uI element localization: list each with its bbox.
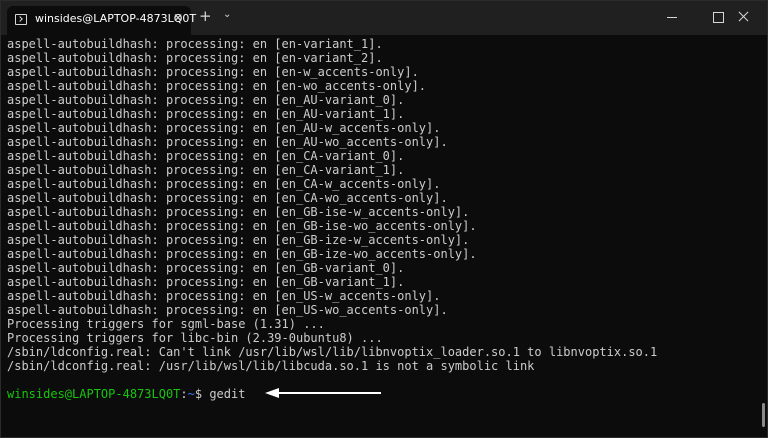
terminal-icon [15, 14, 27, 25]
close-button[interactable] [721, 1, 767, 33]
output-line: aspell-autobuildhash: processing: en [en… [7, 275, 405, 289]
prompt-separator: : [180, 387, 188, 401]
output-line: aspell-autobuildhash: processing: en [en… [7, 163, 405, 177]
output-line: /sbin/ldconfig.real: Can't link /usr/lib… [7, 345, 658, 359]
output-line: aspell-autobuildhash: processing: en [en… [7, 93, 405, 107]
output-line: aspell-autobuildhash: processing: en [en… [7, 177, 441, 191]
prompt-symbol: $ [194, 387, 210, 401]
output-line: aspell-autobuildhash: processing: en [en… [7, 65, 419, 79]
output-line: aspell-autobuildhash: processing: en [en… [7, 233, 470, 247]
output-line: Processing triggers for sgml-base (1.31)… [7, 317, 325, 331]
prompt-user-host: winsides@LAPTOP-4873LQ0T [7, 387, 181, 401]
terminal-output[interactable]: aspell-autobuildhash: processing: en [en… [7, 37, 757, 417]
prompt-path: ~ [187, 387, 195, 401]
output-line: aspell-autobuildhash: processing: en [en… [7, 135, 448, 149]
dropdown-icon[interactable]: ⌄ [223, 9, 231, 20]
output-line: Processing triggers for libc-bin (2.39-0… [7, 331, 383, 345]
output-line: aspell-autobuildhash: processing: en [en… [7, 79, 427, 93]
output-line: aspell-autobuildhash: processing: en [en… [7, 205, 470, 219]
tab-title: winsides@LAPTOP-4873LQ0T [35, 12, 197, 25]
output-line: aspell-autobuildhash: processing: en [en… [7, 261, 405, 275]
minimize-button[interactable] [649, 1, 695, 33]
new-tab-button[interactable]: + [199, 9, 212, 24]
title-bar[interactable]: winsides@LAPTOP-4873LQ0T ✕ + ⌄ [1, 1, 767, 35]
output-line: aspell-autobuildhash: processing: en [en… [7, 149, 405, 163]
output-line: aspell-autobuildhash: processing: en [en… [7, 191, 448, 205]
output-line: aspell-autobuildhash: processing: en [en… [7, 289, 441, 303]
output-line: /sbin/ldconfig.real: /usr/lib/wsl/lib/li… [7, 359, 535, 373]
output-line: aspell-autobuildhash: processing: en [en… [7, 37, 383, 51]
tab-active[interactable]: winsides@LAPTOP-4873LQ0T ✕ [7, 6, 196, 35]
output-line: aspell-autobuildhash: processing: en [en… [7, 107, 405, 121]
output-line: aspell-autobuildhash: processing: en [en… [7, 121, 441, 135]
scrollbar[interactable] [762, 403, 765, 427]
terminal-window: winsides@LAPTOP-4873LQ0T ✕ + ⌄ aspell-au… [0, 0, 768, 438]
output-line: aspell-autobuildhash: processing: en [en… [7, 247, 477, 261]
command-text: gedit [209, 387, 246, 401]
output-lines: aspell-autobuildhash: processing: en [en… [7, 37, 757, 373]
output-line: aspell-autobuildhash: processing: en [en… [7, 219, 477, 233]
output-line: aspell-autobuildhash: processing: en [en… [7, 51, 383, 65]
arrow-left-icon [265, 388, 381, 398]
tab-close-icon[interactable]: ✕ [173, 11, 183, 25]
output-line: aspell-autobuildhash: processing: en [en… [7, 303, 448, 317]
